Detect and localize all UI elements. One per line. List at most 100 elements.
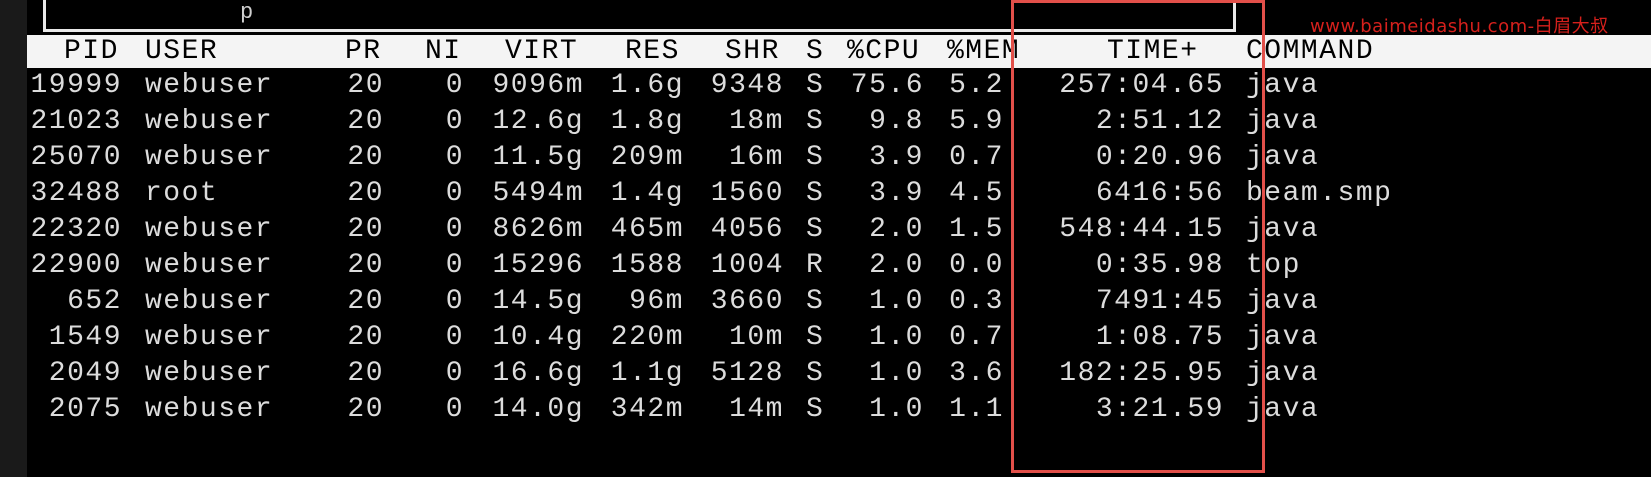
process-shr-cell: 4056 (710, 214, 784, 245)
process-ni-cell: 0 (445, 322, 464, 353)
header-shr: SHR (725, 36, 780, 67)
process-virt-cell: 15296 (492, 250, 584, 281)
process-shr-cell: 3660 (710, 286, 784, 317)
process-command-cell: java (1246, 394, 1320, 425)
process-time-cell: 257:04.65 (1059, 70, 1224, 101)
process-virt-cell: 9096m (492, 70, 584, 101)
process-time-cell: 0:35.98 (1095, 250, 1224, 281)
header-res: RES (625, 36, 680, 67)
process-ni-cell: 0 (445, 70, 464, 101)
process-res-cell: 1.8g (610, 106, 684, 137)
process-ni-cell: 0 (445, 106, 464, 137)
prompt-fragment: p (240, 0, 254, 25)
process-row: 2075 webuser 20 0 14.0g 342m 14m S 1.0 1.1 3:21.59… (0, 392, 1651, 428)
process-shr-cell: 10m (729, 322, 784, 353)
process-s-cell: S (806, 142, 825, 173)
process-ni-cell: 0 (445, 358, 464, 389)
process-time-cell: 182:25.95 (1059, 358, 1224, 389)
process-virt-cell: 16.6g (492, 358, 584, 389)
process-time-cell: 0:20.96 (1095, 142, 1224, 173)
process-row: 1549 webuser 20 0 10.4g 220m 10m S 1.0 0.7 1:08.75… (0, 320, 1651, 356)
process-row: 19999 webuser 20 0 9096m 1.6g 9348 S 75.6 5.2 257:… (0, 68, 1651, 104)
header-ni: NI (425, 36, 462, 67)
process-shr-cell: 14m (729, 394, 784, 425)
process-ni-cell: 0 (445, 286, 464, 317)
process-res-cell: 1588 (610, 250, 684, 281)
header-virt: VIRT (505, 36, 579, 67)
process-res-cell: 342m (610, 394, 684, 425)
process-virt-cell: 5494m (492, 178, 584, 209)
process-pr-cell: 20 (347, 322, 384, 353)
process-shr-cell: 5128 (710, 358, 784, 389)
process-table-header: PID USER PR NI VIRT RES SHR S %CPU %MEM … (27, 35, 1651, 68)
process-cpu-cell: 75.6 (850, 70, 924, 101)
process-pr-cell: 20 (347, 250, 384, 281)
process-pid-cell: 25070 (30, 142, 122, 173)
process-ni-cell: 0 (445, 142, 464, 173)
process-cpu-cell: 9.8 (869, 106, 924, 137)
process-time-cell: 2:51.12 (1095, 106, 1224, 137)
process-mem-cell: 4.5 (949, 178, 1004, 209)
process-cpu-cell: 1.0 (869, 394, 924, 425)
process-command-cell: top (1246, 250, 1301, 281)
process-s-cell: S (806, 286, 825, 317)
process-mem-cell: 0.3 (949, 286, 1004, 317)
process-cpu-cell: 2.0 (869, 250, 924, 281)
process-command-cell: java (1246, 142, 1320, 173)
header-command: COMMAND (1246, 36, 1375, 67)
process-user-cell: webuser (145, 286, 274, 317)
process-user-cell: webuser (145, 250, 274, 281)
process-row: 32488 root 20 0 5494m 1.4g 1560 S 3.9 4.5 6416:56 b… (0, 176, 1651, 212)
process-res-cell: 96m (629, 286, 684, 317)
process-command-cell: java (1246, 358, 1320, 389)
header-pid: PID (64, 36, 119, 67)
process-user-cell: webuser (145, 394, 274, 425)
process-mem-cell: 0.7 (949, 322, 1004, 353)
process-time-cell: 7491:45 (1095, 286, 1224, 317)
process-virt-cell: 10.4g (492, 322, 584, 353)
process-command-cell: java (1246, 214, 1320, 245)
process-mem-cell: 0.0 (949, 250, 1004, 281)
process-row: 25070 webuser 20 0 11.5g 209m 16m S 3.9 0.7 0:20.9… (0, 140, 1651, 176)
header-cpu: %CPU (847, 36, 921, 67)
process-shr-cell: 1004 (710, 250, 784, 281)
process-virt-cell: 14.0g (492, 394, 584, 425)
process-res-cell: 1.6g (610, 70, 684, 101)
process-user-cell: root (145, 178, 219, 209)
process-virt-cell: 11.5g (492, 142, 584, 173)
process-shr-cell: 1560 (710, 178, 784, 209)
header-time: TIME+ (1107, 36, 1199, 67)
process-res-cell: 209m (610, 142, 684, 173)
process-row: 22900 webuser 20 0 15296 1588 1004 R 2.0 0.0 0:35.… (0, 248, 1651, 284)
process-command-cell: java (1246, 322, 1320, 353)
process-s-cell: S (806, 70, 825, 101)
process-s-cell: S (806, 106, 825, 137)
process-s-cell: S (806, 358, 825, 389)
process-pr-cell: 20 (347, 178, 384, 209)
process-pr-cell: 20 (347, 358, 384, 389)
process-pid-cell: 1549 (48, 322, 122, 353)
process-pr-cell: 20 (347, 286, 384, 317)
process-cpu-cell: 2.0 (869, 214, 924, 245)
process-shr-cell: 18m (729, 106, 784, 137)
process-row: 21023 webuser 20 0 12.6g 1.8g 18m S 9.8 5.9 2:51.1… (0, 104, 1651, 140)
process-shr-cell: 16m (729, 142, 784, 173)
process-pr-cell: 20 (347, 394, 384, 425)
process-pid-cell: 2075 (48, 394, 122, 425)
process-ni-cell: 0 (445, 250, 464, 281)
process-user-cell: webuser (145, 214, 274, 245)
process-shr-cell: 9348 (710, 70, 784, 101)
process-ni-cell: 0 (445, 394, 464, 425)
process-virt-cell: 8626m (492, 214, 584, 245)
process-res-cell: 465m (610, 214, 684, 245)
process-ni-cell: 0 (445, 214, 464, 245)
process-pr-cell: 20 (347, 142, 384, 173)
process-pid-cell: 2049 (48, 358, 122, 389)
process-pr-cell: 20 (347, 106, 384, 137)
process-s-cell: S (806, 214, 825, 245)
process-time-cell: 548:44.15 (1059, 214, 1224, 245)
process-row: 22320 webuser 20 0 8626m 465m 4056 S 2.0 1.5 548:4… (0, 212, 1651, 248)
process-pid-cell: 19999 (30, 70, 122, 101)
header-state: S (806, 36, 825, 67)
process-command-cell: java (1246, 70, 1320, 101)
